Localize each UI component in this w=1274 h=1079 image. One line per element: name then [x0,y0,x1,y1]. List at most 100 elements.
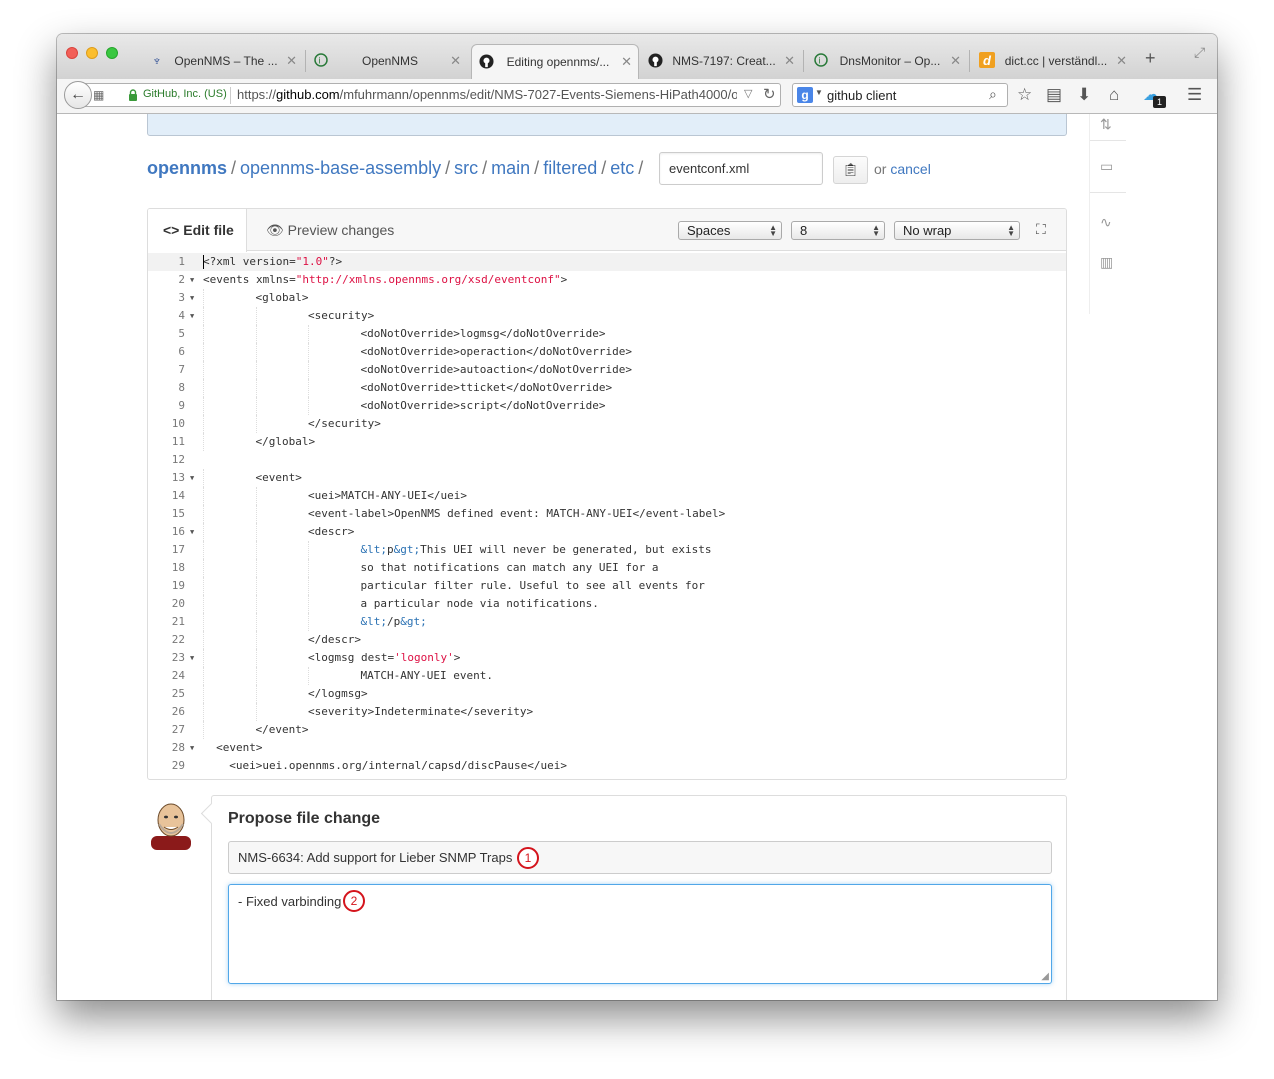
code-line[interactable]: 22 </descr> [148,631,1066,649]
code-line[interactable]: 12 [148,451,1066,469]
download-icon[interactable]: ⬇ [1077,85,1091,105]
fold-toggle-icon[interactable]: ▼ [190,649,194,667]
code-editor[interactable]: 1 <?xml version="1.0"?> 2 ▼ <events xmlns="h… [148,252,1066,779]
cancel-link[interactable]: cancel [890,161,930,177]
rail-divider [1090,140,1126,141]
close-tab-icon[interactable]: ✕ [784,53,795,69]
bookmark-star-icon[interactable]: ☆ [1017,85,1032,105]
window-close-button[interactable] [66,47,78,59]
close-tab-icon[interactable]: ✕ [450,53,461,69]
back-button[interactable]: ← [64,81,92,109]
code-line[interactable]: 14 <uei>MATCH-ANY-UEI</uei> [148,487,1066,505]
browser-tab-dnsmonitor[interactable]: i DnsMonitor – Op... ✕ [807,44,967,79]
code-line[interactable]: 24 MATCH-ANY-UEI event. [148,667,1066,685]
code-line[interactable]: 20 a particular node via notifications. [148,595,1066,613]
code-line[interactable]: 13 ▼ <event> [148,469,1066,487]
pulse-icon[interactable]: ∿ [1100,214,1112,231]
code-line[interactable]: 21 &lt;/p&gt; [148,613,1066,631]
commit-description-input[interactable]: - Fixed varbinding 2 ◢ [228,884,1052,984]
reading-list-icon[interactable]: ▤ [1046,85,1062,105]
wrap-mode-select[interactable]: No wrap ▲ ▼ [894,221,1020,240]
resize-handle-icon[interactable]: ◢ [1041,971,1049,982]
fold-toggle-icon[interactable]: ▼ [190,739,194,757]
code-line[interactable]: 3 ▼ <global> [148,289,1066,307]
code-line[interactable]: 7 <doNotOverride>autoaction</doNotOverrid… [148,361,1066,379]
code-line[interactable]: 4 ▼ <security> [148,307,1066,325]
breadcrumb-part[interactable]: etc [610,158,634,178]
fold-toggle-icon[interactable]: ▼ [190,289,194,307]
home-icon[interactable]: ⌂ [1109,85,1119,105]
chevron-down-icon[interactable]: ▼ [815,88,823,97]
search-bar[interactable]: g ▼ github client ⌕ [792,83,1008,107]
breadcrumb-part[interactable]: filtered [543,158,597,178]
reload-icon[interactable]: ↻ [763,85,776,103]
chevron-down-icon[interactable]: ▽ [744,87,752,100]
tab-preview-changes[interactable]: 👁︎ Preview changes [266,222,394,239]
line-number: 24 [171,669,185,682]
grid-icon[interactable]: ▦ [93,88,104,102]
indent-guide [203,541,204,559]
close-tab-icon[interactable]: ✕ [1116,53,1127,69]
code-line[interactable]: 17 &lt;p&gt;This UEI will never be genera… [148,541,1066,559]
google-icon[interactable]: g [797,87,813,103]
tab-edit-file[interactable]: <> Edit file [148,209,247,252]
code-line[interactable]: 23 ▼ <logmsg dest='logonly'> [148,649,1066,667]
browser-tab-opennms-2[interactable]: i OpenNMS ✕ [307,44,467,79]
browser-tab-editing-opennms[interactable]: Editing opennms/... ✕ [471,44,639,79]
pull-request-icon[interactable]: ⇅ [1100,116,1112,133]
code-line[interactable]: 8 <doNotOverride>tticket</doNotOverride> [148,379,1066,397]
fold-toggle-icon[interactable]: ▼ [190,271,194,289]
fold-toggle-icon[interactable]: ▼ [190,307,194,325]
code-line[interactable]: 19 particular filter rule. Useful to see … [148,577,1066,595]
commit-summary-input[interactable]: NMS-6634: Add support for Lieber SNMP Tr… [228,841,1052,874]
fullscreen-editor-icon[interactable]: ⛶ [1036,221,1046,238]
fold-toggle-icon[interactable]: ▼ [190,469,194,487]
menu-icon[interactable]: ☰ [1187,85,1202,105]
search-icon[interactable]: ⌕ [989,86,997,103]
code-line[interactable]: 26 <severity>Indeterminate</severity> [148,703,1066,721]
url-bar[interactable]: ▦ GitHub, Inc. (US) https://github.com/m… [83,83,781,107]
search-input[interactable]: github client [827,88,896,103]
graphs-icon[interactable]: ▥ [1100,254,1113,271]
indent-size-select[interactable]: 8 ▲ ▼ [791,221,885,240]
breadcrumb-part[interactable]: opennms-base-assembly [240,158,441,178]
code-line[interactable]: 1 <?xml version="1.0"?> [148,253,1066,271]
browser-tab-dictcc[interactable]: d dict.cc | verständl... ✕ [973,44,1133,79]
breadcrumb-repo[interactable]: opennms [147,158,227,178]
code-line[interactable]: 9 <doNotOverride>script</doNotOverride> [148,397,1066,415]
copy-path-button[interactable]: 📋︎ [833,156,868,184]
window-minimize-button[interactable] [86,47,98,59]
browser-tab-nms-7197[interactable]: NMS-7197: Creat... ✕ [641,44,801,79]
code-line[interactable]: 25 </logmsg> [148,685,1066,703]
code-text: </logmsg> [308,687,368,700]
code-line[interactable]: 16 ▼ <descr> [148,523,1066,541]
code-text: MATCH-ANY-UEI event. [360,669,493,682]
new-tab-button[interactable]: + [1145,48,1156,69]
window-zoom-button[interactable] [106,47,118,59]
close-tab-icon[interactable]: ✕ [286,53,297,69]
code-line[interactable]: 2 ▼ <events xmlns="http://xmlns.opennms.or… [148,271,1066,289]
close-tab-icon[interactable]: ✕ [950,53,961,69]
code-line[interactable]: 15 <event-label>OpenNMS defined event: MA… [148,505,1066,523]
close-tab-icon[interactable]: ✕ [621,54,632,70]
breadcrumb-part[interactable]: src [454,158,478,178]
site-identity[interactable]: GitHub, Inc. (US) [143,88,227,100]
code-line[interactable]: 5 <doNotOverride>logmsg</doNotOverride> [148,325,1066,343]
indent-guide [203,505,204,523]
code-line[interactable]: 27 </event> [148,721,1066,739]
code-text: </event> [255,723,309,736]
fullscreen-icon[interactable]: ⤢ [1194,44,1205,61]
url-text[interactable]: https://github.com/mfuhrmann/opennms/edi… [237,87,737,102]
code-line[interactable]: 10 </security> [148,415,1066,433]
browser-tab-opennms[interactable]: ♆ OpenNMS – The ... ✕ [143,44,303,79]
breadcrumb-part[interactable]: main [491,158,530,178]
code-line[interactable]: 18 so that notifications can match any UE… [148,559,1066,577]
code-line[interactable]: 6 <doNotOverride>operaction</doNotOverrid… [148,343,1066,361]
fold-toggle-icon[interactable]: ▼ [190,523,194,541]
filename-input[interactable]: eventconf.xml [659,152,823,185]
code-line[interactable]: 28 ▼ <event> [148,739,1066,757]
indent-mode-select[interactable]: Spaces ▲ ▼ [678,221,782,240]
code-line[interactable]: 11 </global> [148,433,1066,451]
code-line[interactable]: 29 <uei>uei.opennms.org/internal/capsd/di… [148,757,1066,775]
wiki-icon[interactable]: ▭ [1100,158,1113,175]
